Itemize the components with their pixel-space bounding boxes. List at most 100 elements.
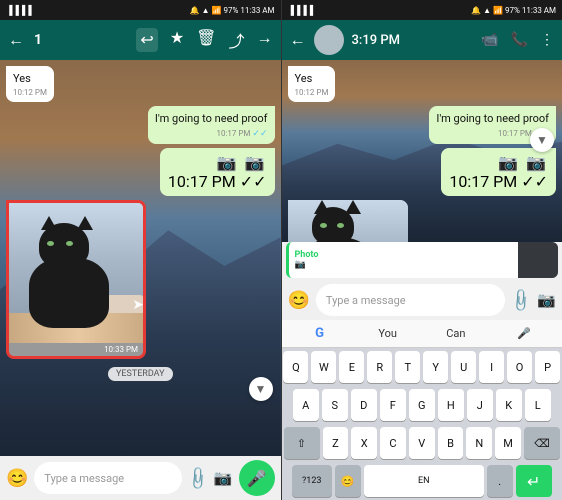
forward-arrow-icon: ➤ bbox=[132, 297, 144, 313]
panel-left: ▐▐▐▐ 🔔 ▲ 📶 97% 11:33 AM ← 1 ↩ ★ 🗑 ⤴ → Ye… bbox=[0, 0, 281, 500]
enter-key[interactable]: ↵ bbox=[516, 465, 552, 497]
forward-button[interactable]: → bbox=[257, 28, 273, 52]
camera-button-right[interactable]: 📷 bbox=[537, 291, 556, 309]
key-i[interactable]: I bbox=[479, 351, 504, 383]
key-z[interactable]: Z bbox=[323, 427, 349, 459]
key-r[interactable]: R bbox=[367, 351, 392, 383]
more-options-button[interactable]: ⋮ bbox=[540, 32, 554, 48]
key-n[interactable]: N bbox=[466, 427, 492, 459]
suggestion-can[interactable]: Can bbox=[422, 327, 490, 340]
chat-input-area-left: 😊 Type a message 📎 📷 🎤 bbox=[0, 456, 281, 500]
num-key[interactable]: ?123 bbox=[292, 465, 332, 497]
cat-eyes-right bbox=[320, 223, 344, 228]
signal-icon: ▐▐▐▐ bbox=[6, 5, 32, 16]
star-button[interactable]: ★ bbox=[170, 28, 184, 52]
message-image-cat-right[interactable]: 10:33 PM bbox=[288, 200, 408, 242]
message-time: 10:12 PM bbox=[13, 88, 47, 97]
suggestion-you[interactable]: You bbox=[354, 327, 422, 340]
keyboard-row-2: A S D F G H J K L bbox=[282, 386, 562, 424]
key-j[interactable]: J bbox=[467, 389, 493, 421]
share-button[interactable]: ⤴ bbox=[228, 28, 244, 52]
chat-header-right: ← 3:19 PM 📹 📞 ⋮ bbox=[282, 20, 562, 60]
key-f[interactable]: F bbox=[380, 389, 406, 421]
status-right-icons-right: 🔔 ▲ 📶 97% 11:33 AM bbox=[471, 6, 556, 15]
input-placeholder: Type a message bbox=[44, 472, 124, 485]
key-x[interactable]: X bbox=[351, 427, 377, 459]
cat-ear-right-right bbox=[345, 200, 361, 214]
key-t[interactable]: T bbox=[395, 351, 420, 383]
emoji-key[interactable]: 😊 bbox=[335, 465, 361, 497]
key-s[interactable]: S bbox=[322, 389, 348, 421]
key-m[interactable]: M bbox=[495, 427, 521, 459]
contact-info[interactable]: 3:19 PM bbox=[352, 33, 474, 48]
toolbar-actions: ↩ ★ 🗑 ⤴ → bbox=[136, 28, 272, 52]
key-u[interactable]: U bbox=[451, 351, 476, 383]
key-a[interactable]: A bbox=[293, 389, 319, 421]
selection-count: 1 bbox=[34, 32, 126, 48]
input-section-right: Photo 📷 😊 Type a message 📎 📷 bbox=[282, 242, 562, 320]
camera-icon-display: 📷 📷 bbox=[217, 153, 267, 172]
chat-background-left: Yes 10:12 PM I'm going to need proof 10:… bbox=[0, 60, 281, 456]
key-w[interactable]: W bbox=[311, 351, 336, 383]
key-k[interactable]: K bbox=[496, 389, 522, 421]
voice-call-button[interactable]: 📞 bbox=[511, 32, 528, 48]
key-c[interactable]: C bbox=[380, 427, 406, 459]
emoji-button-right[interactable]: 😊 bbox=[288, 290, 310, 311]
panel-right: ▐▐▐▐ 🔔 ▲ 📶 97% 11:33 AM ← 3:19 PM 📹 📞 ⋮ … bbox=[282, 0, 562, 500]
attach-button[interactable]: 📎 bbox=[184, 464, 212, 492]
back-button-right[interactable]: ← bbox=[290, 30, 306, 50]
delete-button[interactable]: 🗑 bbox=[196, 28, 216, 52]
scroll-down-right[interactable]: ▼ bbox=[530, 128, 554, 152]
shift-key[interactable]: ⇧ bbox=[284, 427, 320, 459]
status-right-icons: 🔔 ▲ 📶 97% 11:33 AM bbox=[190, 6, 275, 15]
time-display-right: 11:33 AM bbox=[522, 6, 556, 15]
message-list-left: Yes 10:12 PM I'm going to need proof 10:… bbox=[0, 60, 281, 391]
message-input-left[interactable]: Type a message bbox=[34, 462, 181, 494]
contact-avatar[interactable] bbox=[314, 25, 344, 55]
read-ticks: ✓✓ bbox=[521, 172, 548, 191]
virtual-keyboard: G You Can 🎤 Q W E R T Y U I O P A S D F … bbox=[282, 320, 562, 500]
message-image-cat[interactable]: ➤ 10:33 PM bbox=[6, 200, 146, 359]
message-time: 10:12 PM bbox=[295, 88, 329, 97]
wifi-icon-right: ▲ bbox=[483, 6, 491, 15]
camera-button[interactable]: 📷 bbox=[214, 469, 233, 487]
reply-image-thumbnail bbox=[518, 242, 558, 278]
attach-button-right[interactable]: 📎 bbox=[508, 286, 536, 314]
message-input-right[interactable]: Type a message bbox=[316, 284, 505, 316]
key-e[interactable]: E bbox=[339, 351, 364, 383]
video-call-button[interactable]: 📹 bbox=[481, 32, 498, 48]
space-key[interactable]: EN bbox=[364, 465, 484, 497]
message-text: Yes bbox=[295, 71, 329, 86]
key-y[interactable]: Y bbox=[423, 351, 448, 383]
keyboard-mic-icon[interactable]: 🎤 bbox=[490, 327, 558, 340]
cat-body bbox=[29, 258, 109, 328]
key-v[interactable]: V bbox=[409, 427, 435, 459]
key-o[interactable]: O bbox=[507, 351, 532, 383]
input-placeholder-right: Type a message bbox=[326, 294, 406, 307]
key-d[interactable]: D bbox=[351, 389, 377, 421]
cat-image: ➤ bbox=[9, 203, 146, 343]
key-b[interactable]: B bbox=[438, 427, 464, 459]
read-ticks: ✓✓ bbox=[240, 172, 267, 191]
message-time: 10:17 PM ✓✓ bbox=[449, 172, 548, 191]
back-button[interactable]: ← bbox=[8, 30, 24, 50]
reply-button[interactable]: ↩ bbox=[136, 28, 157, 52]
period-key[interactable]: . bbox=[487, 465, 513, 497]
backspace-key[interactable]: ⌫ bbox=[524, 427, 560, 459]
signal-bars: 📶 bbox=[212, 6, 222, 15]
scroll-down-button[interactable]: ▼ bbox=[249, 377, 273, 401]
chat-input-area-right: 😊 Type a message 📎 📷 bbox=[282, 280, 562, 320]
key-q[interactable]: Q bbox=[283, 351, 308, 383]
status-left-icons-right: ▐▐▐▐ bbox=[288, 5, 314, 16]
key-p[interactable]: P bbox=[535, 351, 560, 383]
key-l[interactable]: L bbox=[525, 389, 551, 421]
emoji-button[interactable]: 😊 bbox=[6, 468, 28, 489]
key-h[interactable]: H bbox=[438, 389, 464, 421]
message-list-right: Yes 10:12 PM I'm going to need proof 10:… bbox=[282, 60, 562, 242]
mic-button[interactable]: 🎤 bbox=[239, 460, 275, 496]
battery-level: 97% bbox=[224, 6, 239, 15]
keyboard-row-1: Q W E R T Y U I O P bbox=[282, 348, 562, 386]
date-separator: YESTERDAY bbox=[108, 367, 173, 381]
key-g[interactable]: G bbox=[409, 389, 435, 421]
reply-subtext: 📷 bbox=[295, 260, 513, 270]
